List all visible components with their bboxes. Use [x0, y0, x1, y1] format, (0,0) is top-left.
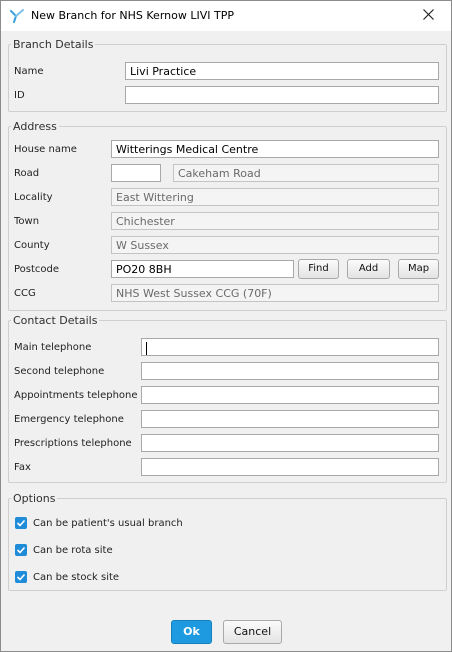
- town-field[interactable]: Chichester: [111, 212, 439, 230]
- usual-branch-option[interactable]: Can be patient's usual branch: [15, 516, 183, 530]
- fax-label: Fax: [14, 462, 31, 473]
- county-field[interactable]: W Sussex: [111, 236, 439, 254]
- rota-site-option[interactable]: Can be rota site: [15, 543, 113, 557]
- text-caret: [146, 341, 147, 355]
- locality-label: Locality: [14, 192, 53, 203]
- emergency-telephone-label: Emergency telephone: [14, 414, 124, 425]
- name-field[interactable]: Livi Practice: [125, 62, 439, 80]
- title-bar[interactable]: New Branch for NHS Kernow LIVI TPP: [1, 1, 451, 31]
- appointments-telephone-field[interactable]: [141, 386, 439, 404]
- county-label: County: [14, 240, 50, 251]
- branch-details-legend: Branch Details: [13, 38, 94, 51]
- emergency-telephone-field[interactable]: [141, 410, 439, 428]
- add-button[interactable]: Add: [347, 259, 390, 279]
- road-field[interactable]: Cakeham Road: [173, 164, 439, 182]
- checkmark-icon: [16, 546, 26, 554]
- window-title: New Branch for NHS Kernow LIVI TPP: [31, 9, 234, 22]
- stock-site-option[interactable]: Can be stock site: [15, 570, 119, 584]
- fax-field[interactable]: [141, 458, 439, 476]
- options-legend: Options: [13, 492, 56, 505]
- cancel-button[interactable]: Cancel: [223, 620, 282, 644]
- ok-button[interactable]: Ok: [171, 620, 212, 644]
- dialog-window: New Branch for NHS Kernow LIVI TPP Branc…: [0, 0, 452, 652]
- stock-site-checkbox[interactable]: [15, 571, 27, 583]
- prescriptions-telephone-field[interactable]: [141, 434, 439, 452]
- postcode-field[interactable]: PO20 8BH: [111, 260, 294, 278]
- prescriptions-telephone-label: Prescriptions telephone: [14, 438, 132, 449]
- usual-branch-label: Can be patient's usual branch: [33, 517, 183, 529]
- close-button[interactable]: [405, 1, 451, 31]
- house-name-label: House name: [14, 144, 77, 155]
- tpp-app-icon: [10, 9, 24, 23]
- map-button[interactable]: Map: [398, 259, 439, 279]
- find-button[interactable]: Find: [298, 259, 339, 279]
- locality-field[interactable]: East Wittering: [111, 188, 439, 206]
- checkmark-icon: [16, 519, 26, 527]
- checkmark-icon: [16, 573, 26, 581]
- town-label: Town: [14, 216, 40, 227]
- main-telephone-field[interactable]: [141, 338, 439, 356]
- address-legend: Address: [13, 120, 57, 133]
- id-label: ID: [14, 90, 25, 101]
- appointments-telephone-label: Appointments telephone: [14, 390, 138, 401]
- second-telephone-field[interactable]: [141, 362, 439, 380]
- rota-site-label: Can be rota site: [33, 544, 113, 556]
- second-telephone-label: Second telephone: [14, 366, 105, 377]
- rota-site-checkbox[interactable]: [15, 544, 27, 556]
- road-label: Road: [14, 168, 40, 179]
- close-icon: [422, 9, 434, 23]
- contact-details-legend: Contact Details: [13, 314, 98, 327]
- usual-branch-checkbox[interactable]: [15, 517, 27, 529]
- ccg-label: CCG: [14, 288, 36, 299]
- id-field[interactable]: [125, 86, 439, 104]
- main-telephone-label: Main telephone: [14, 342, 92, 353]
- road-number-field[interactable]: [111, 164, 161, 182]
- ccg-field[interactable]: NHS West Sussex CCG (70F): [111, 284, 439, 302]
- stock-site-label: Can be stock site: [33, 571, 120, 583]
- postcode-label: Postcode: [14, 264, 60, 275]
- name-label: Name: [14, 66, 44, 77]
- house-name-field[interactable]: Witterings Medical Centre: [111, 140, 439, 158]
